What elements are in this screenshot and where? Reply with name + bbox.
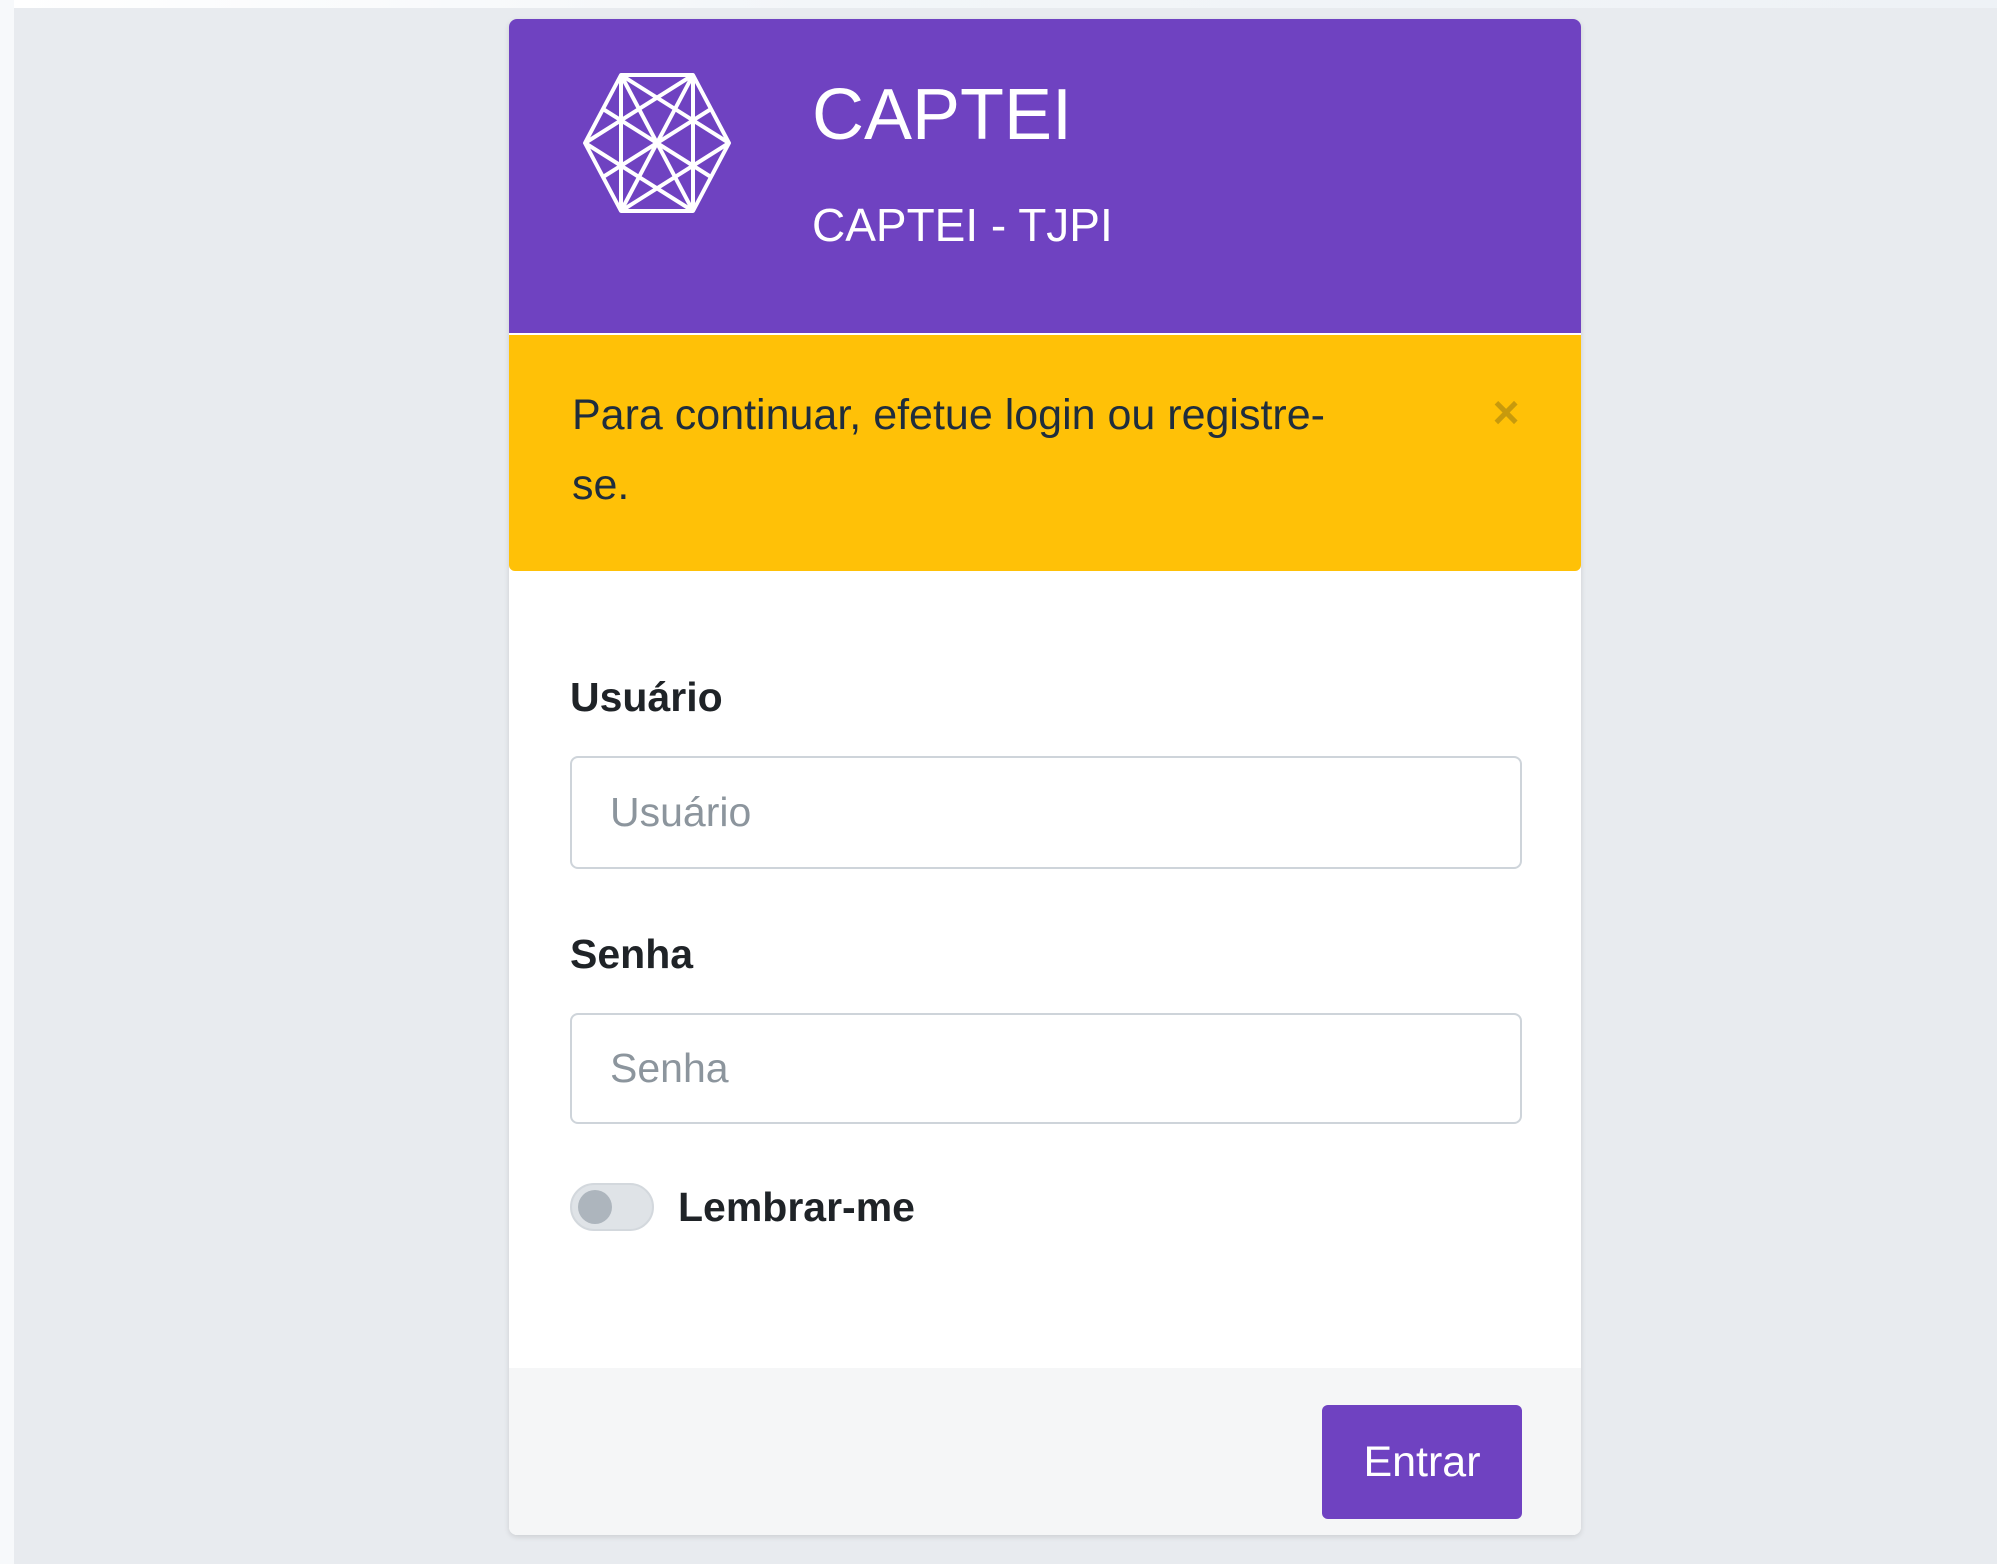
password-input[interactable] <box>570 1013 1522 1124</box>
toggle-knob <box>578 1190 612 1224</box>
password-label: Senha <box>570 931 694 977</box>
app-subtitle: CAPTEI - TJPI <box>812 199 1113 251</box>
close-icon[interactable]: × <box>1476 382 1536 442</box>
remember-me-label[interactable]: Lembrar-me <box>678 1186 915 1228</box>
page-background-top <box>14 0 1997 8</box>
remember-me-toggle[interactable] <box>570 1183 654 1231</box>
app-title: CAPTEI <box>812 75 1073 155</box>
alert-message: Para continuar, efetue login ou registre… <box>572 391 1325 509</box>
card-header: CAPTEI CAPTEI - TJPI <box>509 19 1581 333</box>
username-label: Usuário <box>570 674 723 720</box>
hexagon-network-logo-icon <box>583 73 731 213</box>
username-input[interactable] <box>570 756 1522 869</box>
login-submit-button[interactable]: Entrar <box>1322 1405 1522 1519</box>
page-background-left <box>0 0 14 1564</box>
remember-me-row: Lembrar-me <box>570 1183 915 1231</box>
